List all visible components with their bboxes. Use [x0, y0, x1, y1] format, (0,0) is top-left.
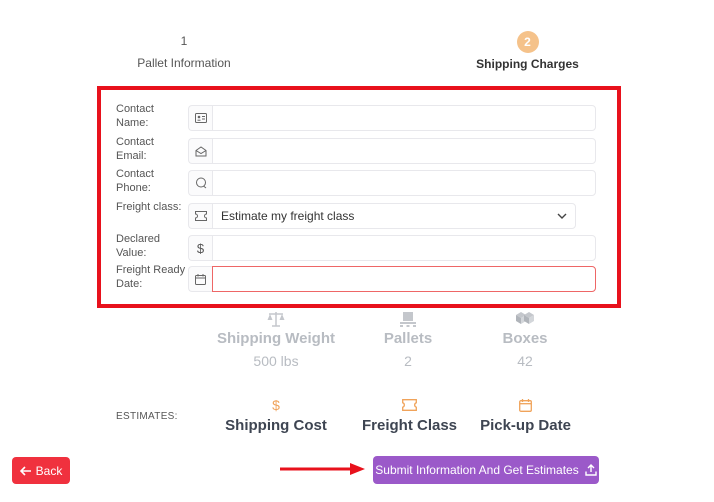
- upload-icon: [585, 464, 597, 476]
- shipping-weight-summary: Shipping Weight 500 lbs: [206, 310, 346, 369]
- pallets-summary: Pallets 2: [368, 310, 448, 369]
- scale-icon: [206, 310, 346, 328]
- contact-phone-label: Contact Phone:: [116, 168, 154, 194]
- pallet-icon: [368, 310, 448, 328]
- declared-value-input[interactable]: [212, 235, 596, 261]
- arrow-left-icon: [19, 465, 31, 476]
- declared-value-label: Declared Value:: [116, 233, 161, 259]
- boxes-value: 42: [517, 353, 533, 369]
- step-number-active: 2: [516, 31, 539, 53]
- contact-name-row: Contact Name:: [116, 103, 596, 131]
- contact-email-input[interactable]: [212, 138, 596, 164]
- freight-class-row: Freight class: Estimate my freight class: [116, 201, 596, 229]
- submit-button-label: Submit Information And Get Estimates: [375, 463, 579, 477]
- pallets-value: 2: [404, 353, 412, 369]
- contact-phone-input[interactable]: [212, 170, 596, 196]
- chat-bubble-icon: [188, 170, 212, 196]
- contact-email-label: Contact Email:: [116, 136, 154, 162]
- ready-date-label: Freight Ready Date:: [116, 264, 186, 290]
- contact-name-label: Contact Name:: [116, 103, 154, 129]
- calendar-icon: [473, 396, 578, 414]
- envelope-open-icon: [188, 138, 212, 164]
- step-label-active: Shipping Charges: [476, 57, 579, 71]
- step-number: 1: [180, 34, 188, 48]
- calendar-icon: [188, 266, 212, 292]
- pickup-date-title: Pick-up Date: [480, 417, 571, 434]
- freight-class-label: Freight class:: [116, 201, 182, 213]
- ticket-icon: [188, 203, 212, 229]
- freight-class-title: Freight Class: [361, 417, 458, 434]
- chevron-down-icon: [557, 213, 567, 219]
- contact-email-row: Contact Email:: [116, 136, 596, 164]
- ready-date-row: Freight Ready Date:: [116, 264, 596, 292]
- ticket-icon: [352, 396, 467, 414]
- step-shipping-charges[interactable]: 2 Shipping Charges: [470, 31, 585, 71]
- pallets-title: Pallets: [383, 330, 433, 347]
- freight-class-select[interactable]: Estimate my freight class: [212, 203, 576, 229]
- red-arrow-annotation: [280, 463, 365, 475]
- shipping-cost-title: Shipping Cost: [225, 417, 327, 434]
- shipping-weight-title: Shipping Weight: [216, 330, 336, 347]
- shipping-weight-value: 500 lbs: [253, 353, 299, 369]
- back-button-label: Back: [35, 463, 63, 478]
- id-card-icon: [188, 105, 212, 131]
- submit-estimates-button[interactable]: Submit Information And Get Estimates: [373, 456, 599, 484]
- step-pallet-information[interactable]: 1 Pallet Information: [124, 33, 244, 70]
- boxes-summary: Boxes 42: [485, 310, 565, 369]
- dollar-icon: $: [188, 235, 212, 261]
- contact-phone-row: Contact Phone:: [116, 168, 596, 196]
- dollar-icon: $: [272, 397, 280, 413]
- freight-class-estimate: Freight Class: [352, 396, 467, 434]
- boxes-icon: [485, 310, 565, 328]
- contact-name-input[interactable]: [212, 105, 596, 131]
- declared-value-row: Declared Value: $: [116, 233, 596, 261]
- pickup-date-estimate: Pick-up Date: [473, 396, 578, 434]
- back-button[interactable]: Back: [12, 457, 70, 484]
- shipping-cost-estimate: $ Shipping Cost: [216, 396, 336, 434]
- estimates-label: ESTIMATES:: [116, 411, 178, 422]
- step-label: Pallet Information: [137, 56, 231, 70]
- ready-date-input[interactable]: [212, 266, 596, 292]
- boxes-title: Boxes: [502, 330, 548, 347]
- freight-class-selected: Estimate my freight class: [221, 209, 355, 223]
